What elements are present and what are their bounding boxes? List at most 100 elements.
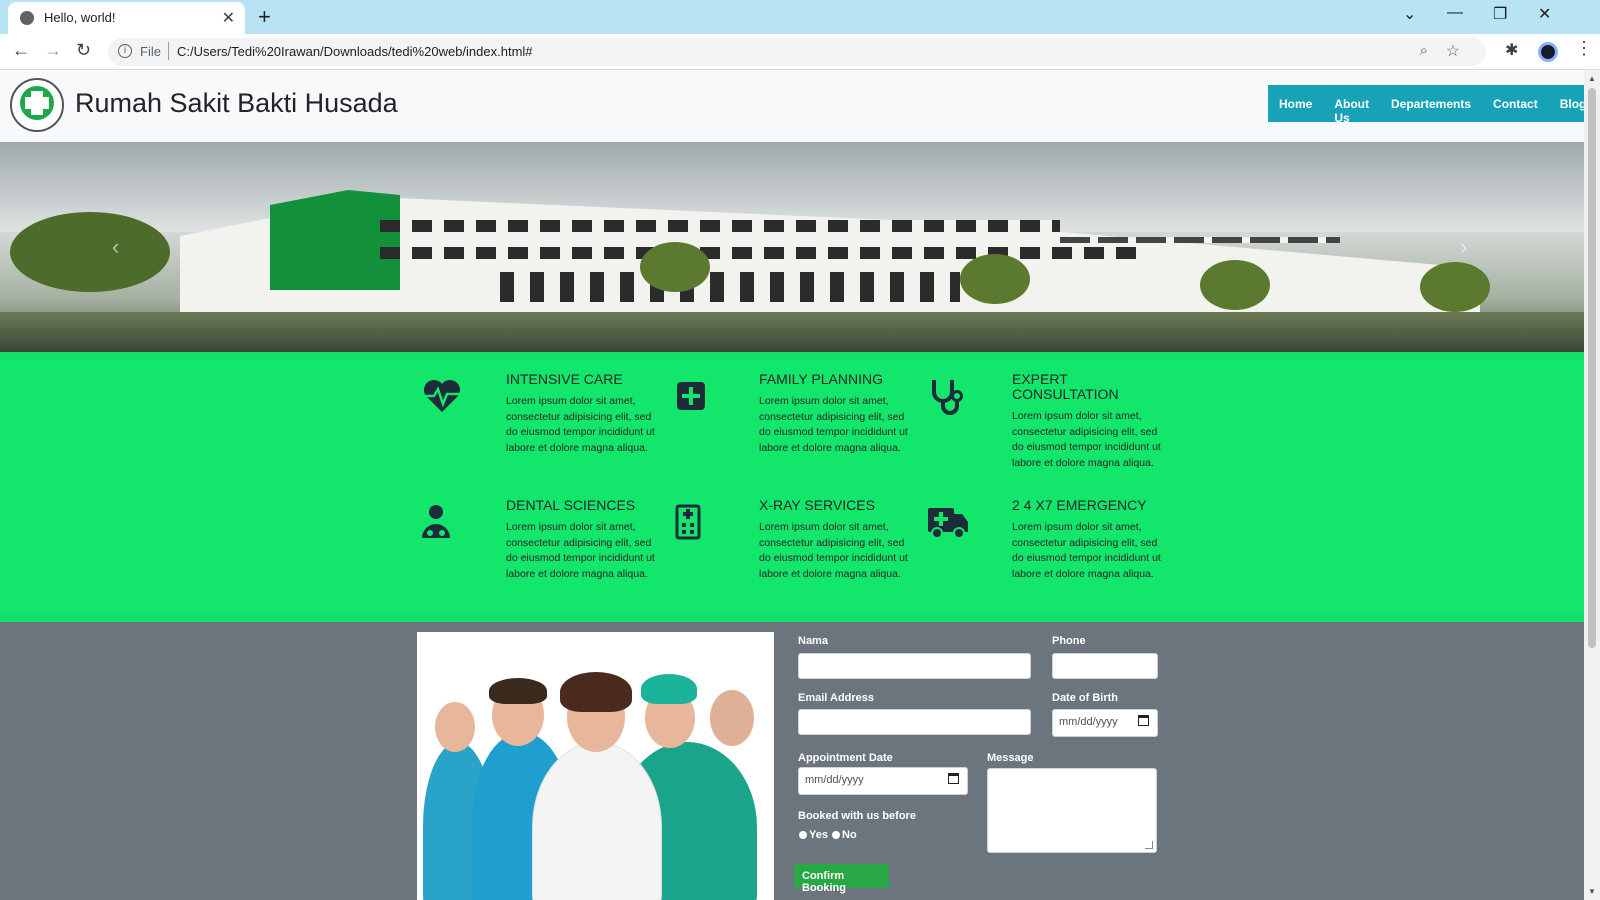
scrollbar-thumb[interactable] xyxy=(1588,88,1596,648)
doctor-hair xyxy=(560,672,632,712)
message-textarea[interactable] xyxy=(987,768,1157,853)
building-windows xyxy=(500,272,960,302)
booked-before-label: Booked with us before xyxy=(798,810,916,822)
nav-blog[interactable]: Blog xyxy=(1549,85,1584,122)
service-description: Lorem ipsum dolor sit amet, consectetur … xyxy=(759,395,908,455)
surgical-cap xyxy=(641,674,697,704)
tree xyxy=(640,242,710,292)
booking-section: Nama Phone Email Address Date of Birth m… xyxy=(0,622,1584,900)
phone-input[interactable] xyxy=(1052,653,1158,679)
doctor-head xyxy=(435,702,475,752)
hero-carousel: ‹ › xyxy=(0,142,1584,352)
tree xyxy=(10,212,170,292)
scroll-up-icon[interactable]: ▲ xyxy=(1588,74,1596,83)
calendar-icon[interactable] xyxy=(948,773,959,784)
service-title: X-RAY SERVICES xyxy=(759,497,875,513)
logo-cross xyxy=(25,97,49,109)
booked-no-radio[interactable]: No xyxy=(832,829,857,841)
scroll-down-icon[interactable]: ▼ xyxy=(1588,887,1596,896)
confirm-booking-button[interactable]: Confirm Booking xyxy=(794,864,889,894)
doctor-head xyxy=(710,690,754,746)
info-icon[interactable]: i xyxy=(118,44,132,58)
service-description: Lorem ipsum dolor sit amet, consectetur … xyxy=(506,395,655,455)
close-window-icon[interactable]: ✕ xyxy=(1538,4,1551,24)
restore-icon[interactable]: ❐ xyxy=(1493,4,1507,24)
back-icon[interactable]: ← xyxy=(12,40,30,61)
tree xyxy=(960,254,1030,304)
service-description: Lorem ipsum dolor sit amet, consectetur … xyxy=(506,521,655,581)
close-tab-icon[interactable]: ✕ xyxy=(222,8,235,28)
dob-label: Date of Birth xyxy=(1052,692,1118,704)
browser-toolbar: ← → ↻ i File C:/Users/Tedi%20Irawan/Down… xyxy=(0,34,1600,70)
page-scrollbar[interactable]: ▲ ▼ xyxy=(1584,70,1600,900)
browser-tab[interactable]: Hello, world! ✕ xyxy=(8,2,245,34)
address-bar[interactable]: i File C:/Users/Tedi%20Irawan/Downloads/… xyxy=(108,38,1486,66)
services-section: INTENSIVE CARE Lorem ipsum dolor sit ame… xyxy=(0,352,1584,622)
tab-search-icon[interactable]: ⌄ xyxy=(1403,4,1416,24)
service-title: DENTAL SCIENCES xyxy=(506,497,636,513)
tree xyxy=(1200,260,1270,310)
appointment-date-label: Appointment Date xyxy=(798,752,893,764)
building-windows xyxy=(380,220,1060,232)
dob-input[interactable]: mm/dd/yyyy xyxy=(1052,709,1158,737)
plus-square-icon xyxy=(677,382,705,410)
forward-icon[interactable]: → xyxy=(44,40,62,61)
service-description: Lorem ipsum dolor sit amet, consectetur … xyxy=(1012,410,1161,470)
service-title: INTENSIVE CARE xyxy=(506,371,623,387)
new-tab-button[interactable]: + xyxy=(258,4,271,30)
site-header: Rumah Sakit Bakti Husada Home About Us D… xyxy=(0,70,1584,142)
doctor-hair xyxy=(489,678,547,704)
radio-yes-label: Yes xyxy=(809,829,828,841)
carousel-next-icon[interactable]: › xyxy=(1460,234,1467,260)
nav-contact[interactable]: Contact xyxy=(1482,85,1549,122)
radio-dot xyxy=(832,831,840,839)
divider xyxy=(168,42,169,60)
heartbeat-icon xyxy=(424,380,460,412)
appointment-date-placeholder: mm/dd/yyyy xyxy=(805,774,864,786)
email-input[interactable] xyxy=(798,709,1031,735)
extensions-icon[interactable]: ✱ xyxy=(1505,40,1518,60)
main-nav: Home About Us Departements Contact Blog xyxy=(1268,85,1584,125)
hospital-logo[interactable] xyxy=(10,78,64,132)
email-label: Email Address xyxy=(798,692,875,704)
building-windows xyxy=(1060,237,1340,243)
building-windows xyxy=(380,247,1140,259)
more-menu-icon[interactable]: ⋮ xyxy=(1575,38,1593,59)
minimize-icon[interactable]: — xyxy=(1447,4,1463,22)
doctor-figure xyxy=(532,742,662,900)
radio-dot xyxy=(799,831,807,839)
building-green-facade xyxy=(270,190,400,290)
appointment-date-input[interactable]: mm/dd/yyyy xyxy=(798,767,968,795)
tab-title: Hello, world! xyxy=(44,10,116,25)
radio-no-label: No xyxy=(842,829,857,841)
site-brand[interactable]: Rumah Sakit Bakti Husada xyxy=(75,88,398,119)
nav-departements[interactable]: Departements xyxy=(1380,85,1482,122)
calendar-icon[interactable] xyxy=(1138,715,1149,726)
service-title: EXPERT CONSULTATION xyxy=(1012,371,1119,402)
message-label: Message xyxy=(987,752,1034,764)
name-input[interactable] xyxy=(798,653,1031,679)
tree xyxy=(1420,262,1490,312)
url-text[interactable]: C:/Users/Tedi%20Irawan/Downloads/tedi%20… xyxy=(177,44,533,59)
service-title: 2 4 X7 EMERGENCY xyxy=(1012,497,1147,513)
user-doctor-icon xyxy=(422,505,450,538)
service-description: Lorem ipsum dolor sit amet, consectetur … xyxy=(759,521,908,581)
resize-handle[interactable] xyxy=(1145,841,1153,849)
stethoscope-icon xyxy=(932,380,963,415)
nav-home[interactable]: Home xyxy=(1268,85,1323,122)
nav-about[interactable]: About Us xyxy=(1323,85,1380,125)
profile-avatar[interactable] xyxy=(1538,42,1558,62)
zoom-icon[interactable]: ⌕ xyxy=(1420,42,1428,59)
ambulance-icon xyxy=(928,508,968,539)
hospital-icon xyxy=(675,504,701,540)
web-page: Rumah Sakit Bakti Husada Home About Us D… xyxy=(0,70,1584,900)
globe-icon xyxy=(20,11,34,25)
hero-ground xyxy=(0,312,1584,352)
carousel-prev-icon[interactable]: ‹ xyxy=(112,234,119,260)
bookmark-star-icon[interactable]: ☆ xyxy=(1446,41,1460,61)
url-scheme: File xyxy=(140,44,161,59)
phone-label: Phone xyxy=(1052,635,1086,647)
booked-yes-radio[interactable]: Yes xyxy=(799,829,828,841)
doctors-team-image xyxy=(417,632,774,900)
reload-icon[interactable]: ↻ xyxy=(76,40,91,61)
